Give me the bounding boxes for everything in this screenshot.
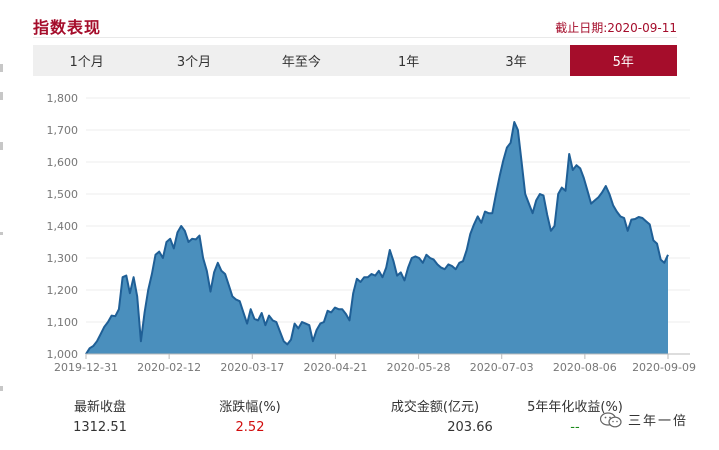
edge-text-fragment: [0, 386, 3, 391]
stat-value: 2.52: [235, 420, 265, 435]
edge-text-fragment: [0, 64, 3, 72]
tab-1-year[interactable]: 1年: [355, 45, 462, 76]
stat-turnover: 成交金额(亿元) 203.66: [360, 396, 510, 435]
title-divider: [33, 37, 677, 38]
stat-change-pct: 涨跌幅(%) 2.52: [190, 396, 310, 435]
x-tick-label: 2020-03-17: [220, 361, 284, 374]
stat-label: 最新收盘: [73, 400, 126, 415]
tab-3-years[interactable]: 3年: [462, 45, 569, 76]
x-tick-label: 2020-07-03: [470, 361, 534, 374]
tab-3-months[interactable]: 3个月: [140, 45, 247, 76]
y-axis-ticks: 1,000 1,100 1,200 1,300 1,400 1,500 1,600 1,700…: [47, 92, 79, 361]
wechat-watermark: 三年一倍: [600, 410, 688, 429]
watermark-text: 三年一倍: [628, 414, 689, 429]
index-area-chart: 1,000 1,100 1,200 1,300 1,400 1,500 1,600 1,700…: [47, 92, 697, 374]
series-area: [86, 122, 668, 354]
y-tick-label: 1,100: [47, 316, 79, 329]
cutoff-date: 截止日期:2020-09-11: [555, 21, 677, 35]
y-tick-label: 1,000: [47, 348, 79, 361]
x-tick-label: 2020-09-09: [632, 361, 696, 374]
y-tick-label: 1,500: [47, 188, 79, 201]
stat-latest-close: 最新收盘 1312.51: [40, 396, 160, 435]
stat-label: 成交金额(亿元): [390, 400, 480, 415]
y-tick-label: 1,200: [47, 284, 79, 297]
x-tick-label: 2020-08-06: [553, 361, 617, 374]
x-tick-label: 2020-05-28: [387, 361, 451, 374]
stat-value: 1312.51: [73, 420, 127, 435]
x-tick-label: 2020-04-21: [303, 361, 367, 374]
period-tabs: 1个月 3个月 年至今 1年 3年 5年: [33, 45, 677, 76]
x-tick-label: 2019-12-31: [54, 361, 118, 374]
x-tick-label: 2020-02-12: [137, 361, 201, 374]
tab-year-to-date[interactable]: 年至今: [248, 45, 355, 76]
y-tick-label: 1,800: [47, 92, 79, 105]
stat-value: 203.66: [447, 420, 493, 435]
tab-5-years[interactable]: 5年: [569, 45, 677, 76]
y-tick-label: 1,400: [47, 220, 79, 233]
wechat-icon: [600, 411, 622, 427]
y-tick-label: 1,600: [47, 156, 79, 169]
tab-1-month[interactable]: 1个月: [33, 45, 140, 76]
y-tick-label: 1,700: [47, 124, 79, 137]
y-tick-label: 1,300: [47, 252, 79, 265]
stat-label: 涨跌幅(%): [219, 400, 281, 415]
section-title: 指数表现: [33, 18, 102, 37]
x-axis-ticks: 2019-12-31 2020-02-12 2020-03-17 2020-04-21…: [54, 354, 696, 374]
